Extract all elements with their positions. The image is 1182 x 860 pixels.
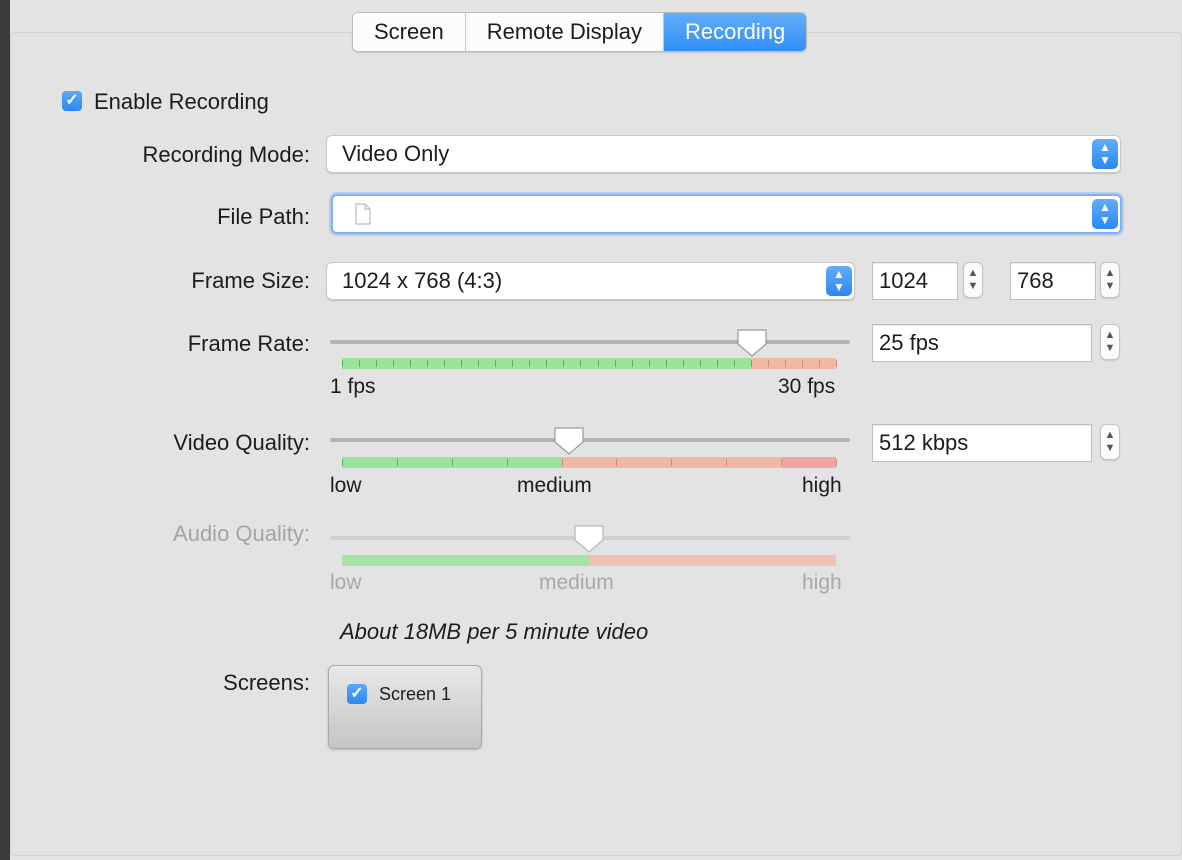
slider-tick bbox=[750, 360, 752, 367]
video-quality-value: 512 kbps bbox=[879, 430, 969, 455]
frame-size-popup[interactable]: 1024 x 768 (4:3) ▲ ▼ bbox=[326, 262, 855, 300]
popup-arrows-icon: ▲ ▼ bbox=[826, 266, 852, 296]
tab-recording[interactable]: Recording bbox=[664, 13, 807, 51]
slider-tick bbox=[393, 360, 395, 367]
video-quality-medium-label: medium bbox=[517, 474, 592, 497]
tab-screen[interactable]: Screen bbox=[353, 13, 466, 51]
slider-tick bbox=[597, 360, 599, 367]
video-quality-slider-track[interactable] bbox=[330, 438, 850, 442]
slider-tick bbox=[396, 459, 398, 466]
video-quality-field[interactable]: 512 kbps bbox=[872, 424, 1092, 462]
video-quality-slider-thumb[interactable] bbox=[552, 426, 586, 456]
slider-tick bbox=[631, 360, 633, 367]
slider-tick bbox=[671, 459, 673, 466]
frame-rate-slider-track[interactable] bbox=[330, 340, 850, 344]
audio-quality-high-label: high bbox=[802, 571, 842, 594]
slider-tick bbox=[461, 360, 463, 367]
recording-mode-popup[interactable]: Video Only ▲ ▼ bbox=[326, 135, 1121, 173]
frame-rate-field[interactable]: 25 fps bbox=[872, 324, 1092, 362]
frame-width-field[interactable]: 1024 bbox=[872, 262, 958, 300]
video-quality-low-label: low bbox=[330, 474, 362, 497]
file-path-popup[interactable]: ▲ ▼ bbox=[331, 194, 1122, 234]
slider-tick bbox=[665, 360, 667, 367]
frame-width-value: 1024 bbox=[879, 268, 928, 293]
slider-tick bbox=[495, 360, 497, 367]
slider-tick bbox=[801, 360, 803, 367]
slider-tick bbox=[376, 360, 378, 367]
frame-size-value: 1024 x 768 (4:3) bbox=[342, 268, 503, 293]
video-quality-high-band bbox=[782, 457, 836, 468]
slider-tick bbox=[561, 459, 563, 466]
frame-rate-bad-band bbox=[752, 358, 836, 369]
popup-arrows-icon: ▲ ▼ bbox=[1092, 199, 1118, 229]
frame-rate-max-label: 30 fps bbox=[778, 375, 836, 398]
screen-1-checkbox[interactable]: ✓ bbox=[347, 684, 367, 704]
slider-tick bbox=[512, 360, 514, 367]
slider-tick bbox=[359, 360, 361, 367]
slider-tick bbox=[427, 360, 429, 367]
video-quality-label: Video Quality: bbox=[173, 430, 310, 455]
slider-tick bbox=[648, 360, 650, 367]
slider-tick bbox=[836, 360, 837, 367]
file-path-label: File Path: bbox=[217, 204, 310, 229]
tab-remote-display[interactable]: Remote Display bbox=[465, 13, 664, 51]
frame-rate-value: 25 fps bbox=[879, 330, 939, 355]
popup-arrows-icon: ▲ ▼ bbox=[1092, 139, 1118, 169]
slider-tick bbox=[580, 360, 582, 367]
audio-quality-low-label: low bbox=[330, 571, 362, 594]
slider-tick bbox=[546, 360, 548, 367]
slider-tick bbox=[563, 360, 565, 367]
video-quality-high-label: high bbox=[802, 474, 842, 497]
frame-width-stepper[interactable]: ▲ ▼ bbox=[963, 262, 983, 298]
slider-tick bbox=[616, 459, 618, 466]
slider-tick bbox=[733, 360, 735, 367]
slider-tick bbox=[451, 459, 453, 466]
recording-mode-label: Recording Mode: bbox=[142, 142, 310, 167]
audio-quality-bad-band bbox=[590, 555, 836, 566]
settings-panel: Screen Remote Display Recording ✓ Enable… bbox=[10, 0, 1182, 860]
screens-box: ✓ Screen 1 bbox=[328, 665, 482, 749]
slider-tick bbox=[699, 360, 701, 367]
recording-mode-value: Video Only bbox=[342, 141, 450, 166]
enable-recording-label: Enable Recording bbox=[94, 89, 269, 114]
audio-quality-label: Audio Quality: bbox=[173, 521, 310, 546]
frame-rate-min-label: 1 fps bbox=[330, 375, 376, 398]
frame-rate-label: Frame Rate: bbox=[187, 331, 310, 356]
frame-rate-stepper[interactable]: ▲ ▼ bbox=[1100, 324, 1120, 360]
slider-tick bbox=[767, 360, 769, 367]
frame-height-stepper[interactable]: ▲ ▼ bbox=[1100, 262, 1120, 298]
audio-quality-good-band bbox=[342, 555, 590, 566]
slider-tick bbox=[818, 360, 820, 367]
size-estimate-text: About 18MB per 5 minute video bbox=[340, 619, 649, 644]
frame-size-label: Frame Size: bbox=[191, 268, 310, 293]
slider-tick bbox=[836, 459, 837, 466]
slider-tick bbox=[342, 360, 343, 367]
frame-height-field[interactable]: 768 bbox=[1010, 262, 1096, 300]
slider-tick bbox=[716, 360, 718, 367]
document-icon bbox=[355, 203, 371, 225]
screen-1-label: Screen 1 bbox=[379, 684, 452, 704]
frame-rate-slider-thumb[interactable] bbox=[735, 328, 769, 358]
slider-tick bbox=[682, 360, 684, 367]
slider-tick bbox=[506, 459, 508, 466]
slider-tick bbox=[444, 360, 446, 367]
slider-tick bbox=[410, 360, 412, 367]
video-quality-stepper[interactable]: ▲ ▼ bbox=[1100, 424, 1120, 460]
slider-tick bbox=[529, 360, 531, 367]
slider-tick bbox=[478, 360, 480, 367]
slider-tick bbox=[781, 459, 783, 466]
audio-quality-medium-label: medium bbox=[539, 571, 614, 594]
enable-recording-checkbox[interactable]: ✓ bbox=[62, 91, 82, 111]
slider-tick bbox=[614, 360, 616, 367]
audio-quality-slider-thumb[interactable] bbox=[572, 524, 606, 554]
slider-tick bbox=[784, 360, 786, 367]
slider-tick bbox=[726, 459, 728, 466]
frame-height-value: 768 bbox=[1017, 268, 1054, 293]
screens-label: Screens: bbox=[223, 670, 310, 695]
slider-tick bbox=[342, 459, 343, 466]
tab-bar: Screen Remote Display Recording bbox=[352, 12, 808, 52]
